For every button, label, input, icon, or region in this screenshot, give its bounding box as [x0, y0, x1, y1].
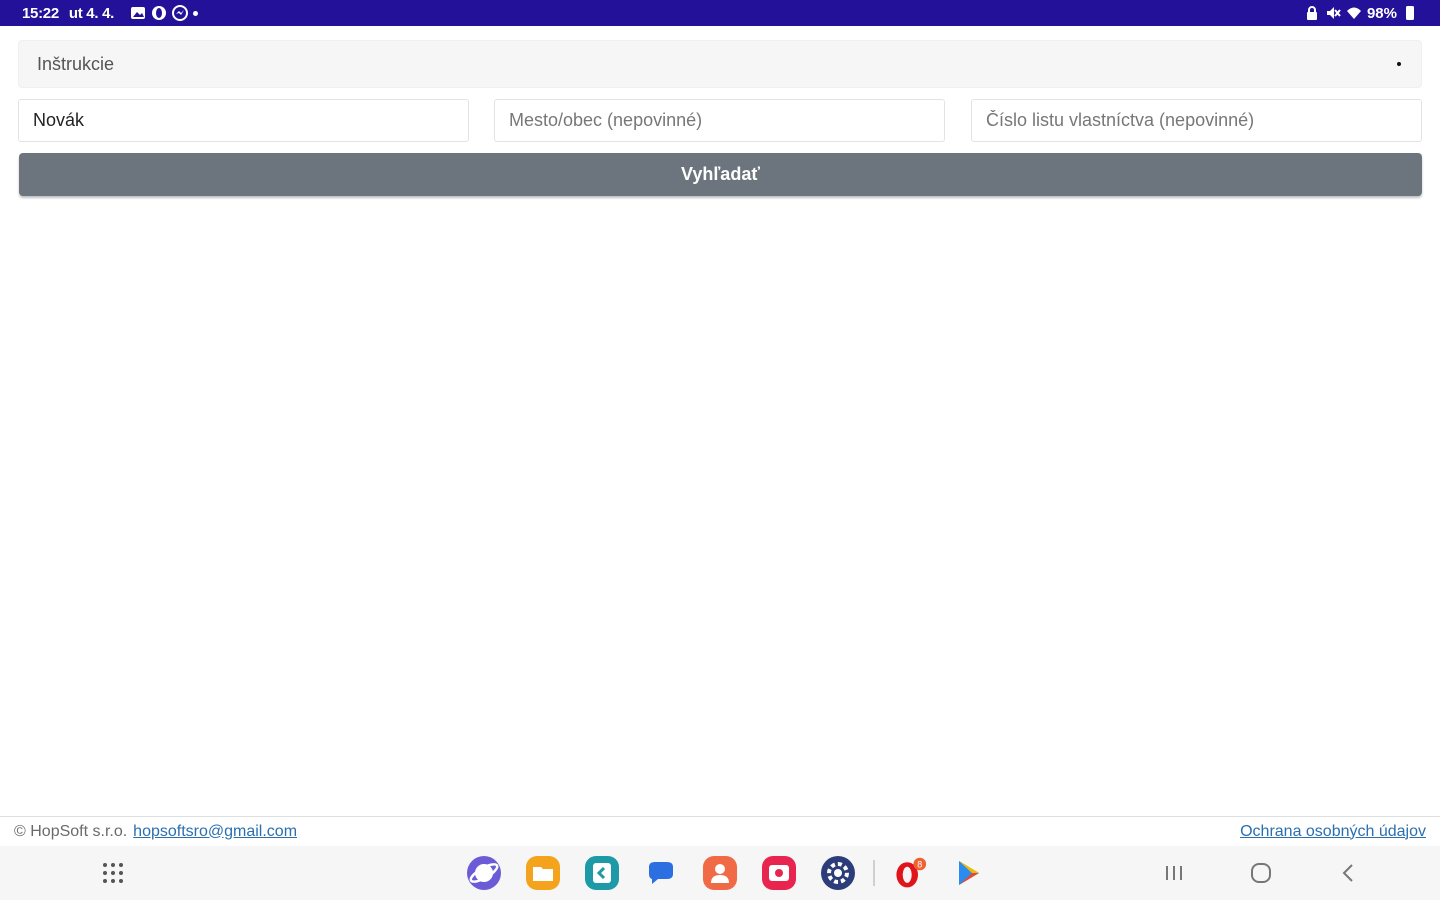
- instructions-label: Inštrukcie: [37, 53, 115, 74]
- back-button[interactable]: [1330, 855, 1366, 891]
- mute-icon: [1326, 7, 1341, 19]
- battery-percent: 98%: [1366, 4, 1397, 22]
- settings-app-icon[interactable]: [820, 855, 856, 891]
- opera-app-icon[interactable]: 8: [891, 855, 927, 891]
- chevron-down-icon: [1397, 62, 1401, 66]
- opera-icon: [152, 6, 166, 20]
- opera-badge-count: 8: [917, 860, 922, 870]
- calendar-app-icon[interactable]: [584, 855, 620, 891]
- messages-app-icon[interactable]: [643, 855, 679, 891]
- privacy-policy-link[interactable]: Ochrana osobných údajov: [1240, 823, 1426, 841]
- internet-app-icon[interactable]: [466, 855, 502, 891]
- email-link[interactable]: hopsoftsro@gmail.com: [133, 823, 297, 841]
- screen-recorder-app-icon[interactable]: [761, 855, 797, 891]
- owner-name-input[interactable]: [18, 99, 469, 142]
- dot-icon: [193, 10, 198, 16]
- battery-icon: [1406, 6, 1414, 20]
- status-bar: 15:22 ut 4. 4. 98%: [0, 0, 1440, 26]
- copyright-text: © HopSoft s.r.o.: [14, 822, 128, 840]
- instructions-accordion[interactable]: Inštrukcie: [18, 40, 1422, 88]
- status-date: ut 4. 4.: [68, 4, 114, 22]
- status-time: 15:22: [22, 4, 59, 22]
- dock-divider: [873, 860, 875, 886]
- wifi-icon: [1346, 7, 1361, 19]
- gallery-icon: [131, 7, 145, 19]
- play-store-app-icon[interactable]: [950, 855, 986, 891]
- search-button[interactable]: Vyhľadať: [19, 153, 1422, 196]
- recents-button[interactable]: [1156, 855, 1192, 891]
- navigation-bar: 8: [0, 846, 1440, 900]
- footer: © HopSoft s.r.o. hopsoftsro@gmail.com Oc…: [0, 816, 1440, 846]
- contacts-app-icon[interactable]: [702, 855, 738, 891]
- ownership-sheet-number-input[interactable]: [971, 99, 1422, 142]
- home-button[interactable]: [1243, 855, 1279, 891]
- app-drawer-icon[interactable]: [95, 855, 131, 891]
- lock-icon: [1306, 6, 1317, 20]
- city-input[interactable]: [494, 99, 945, 142]
- my-files-app-icon[interactable]: [525, 855, 561, 891]
- messenger-icon: [172, 5, 188, 21]
